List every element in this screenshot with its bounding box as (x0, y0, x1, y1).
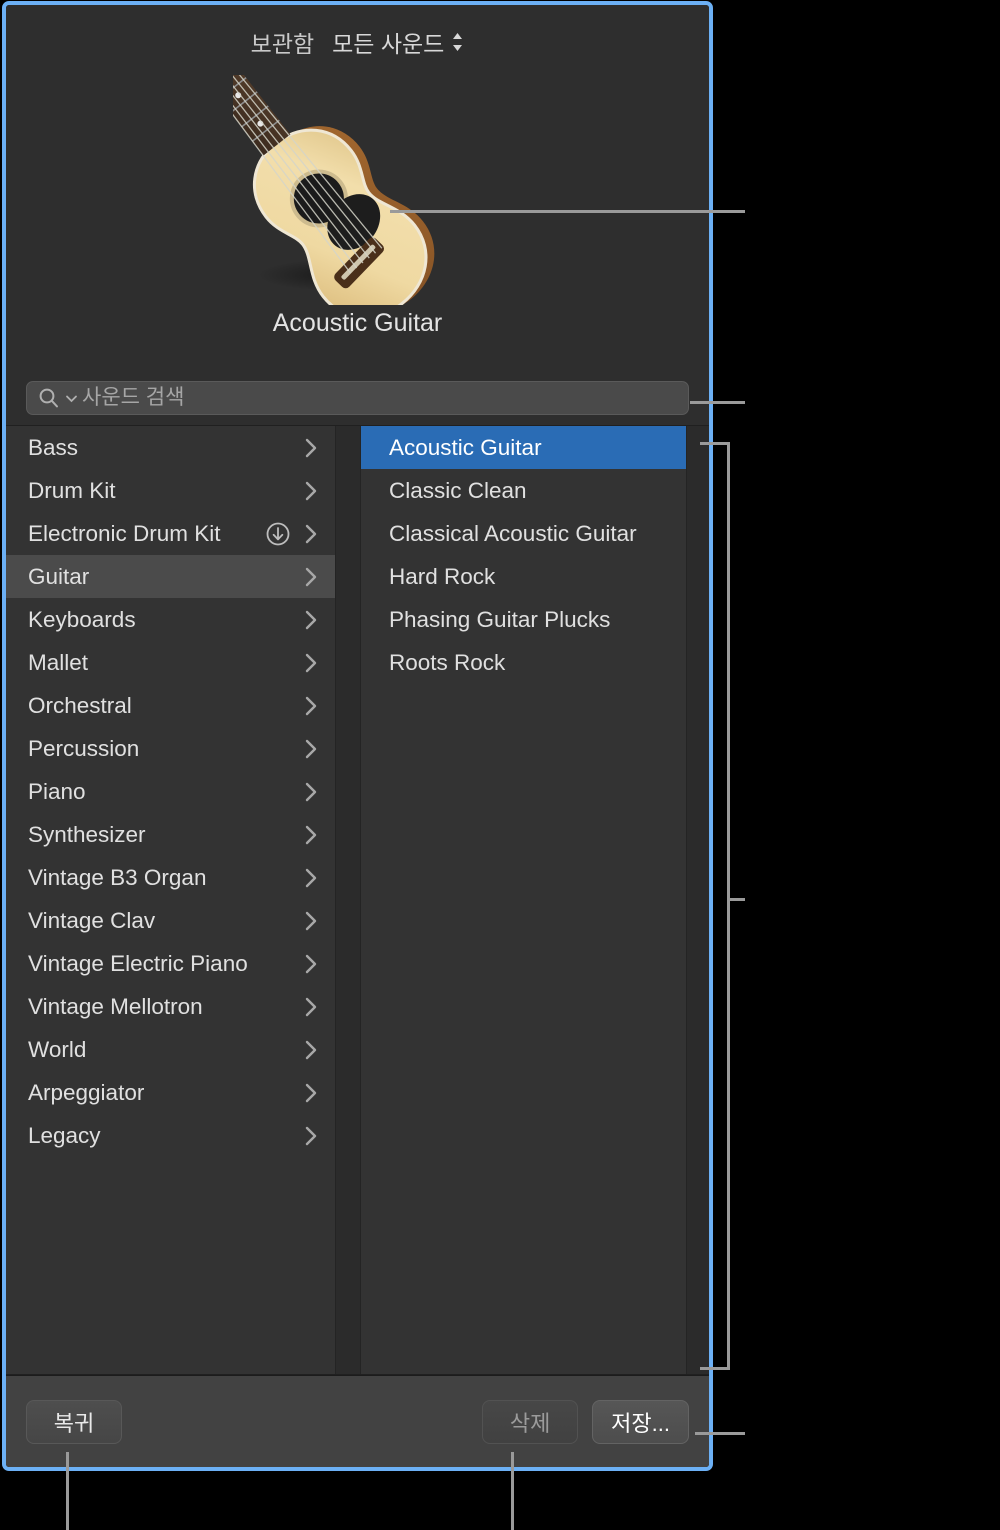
category-row[interactable]: Vintage Mellotron (6, 985, 335, 1028)
category-label: Arpeggiator (28, 1079, 145, 1105)
artwork-callout (390, 210, 745, 213)
chevron-right-icon (301, 435, 321, 461)
delete-button-callout (511, 1452, 514, 1530)
chevron-down-icon[interactable] (65, 392, 78, 405)
browser-bracket-tick (728, 898, 745, 901)
delete-button[interactable]: 삭제 (482, 1399, 579, 1444)
column-divider (336, 426, 361, 1374)
category-label: Guitar (28, 563, 90, 589)
preset-row[interactable]: Classic Clean (361, 469, 686, 512)
chevron-right-icon (301, 650, 321, 676)
download-icon[interactable] (265, 521, 291, 547)
category-row[interactable]: Percussion (6, 727, 335, 770)
preset-label: Phasing Guitar Plucks (389, 606, 611, 632)
chevron-right-icon (301, 564, 321, 590)
sound-set-popup-button[interactable]: 모든 사운드 (332, 25, 464, 59)
preset-label: Acoustic Guitar (389, 434, 542, 460)
patch-name-label: Acoustic Guitar (272, 309, 443, 337)
search-field-callout (690, 401, 745, 404)
category-row[interactable]: Electronic Drum Kit (6, 512, 335, 555)
category-column[interactable]: Bass Drum Kit Electronic Drum Kit Guitar Key… (6, 426, 336, 1374)
chevron-right-icon (301, 1037, 321, 1063)
category-label: Synthesizer (28, 821, 146, 847)
save-button[interactable]: 저장... (592, 1399, 689, 1444)
preset-label: Classic Clean (389, 477, 527, 503)
chevron-right-icon (301, 478, 321, 504)
category-row[interactable]: Arpeggiator (6, 1071, 335, 1114)
search-placeholder: 사운드 검색 (82, 385, 185, 409)
category-label: Mallet (28, 649, 89, 675)
library-panel: 보관함 모든 사운드 Acoustic Guitar 사운드 검색 Bass D… (2, 1, 713, 1471)
patch-hero: Acoustic Guitar (6, 73, 709, 371)
category-label: World (28, 1036, 87, 1062)
library-footer: 복귀 삭제 저장... (6, 1375, 709, 1467)
category-row[interactable]: Keyboards (6, 598, 335, 641)
acoustic-guitar-image (232, 75, 483, 305)
category-row[interactable]: Legacy (6, 1114, 335, 1157)
chevron-right-icon (301, 736, 321, 762)
category-row[interactable]: Synthesizer (6, 813, 335, 856)
category-label: Vintage Mellotron (28, 993, 203, 1019)
category-row[interactable]: Orchestral (6, 684, 335, 727)
category-row[interactable]: Mallet (6, 641, 335, 684)
preset-label: Hard Rock (389, 563, 496, 589)
category-row[interactable]: World (6, 1028, 335, 1071)
category-label: Bass (28, 434, 79, 460)
preset-row[interactable]: Hard Rock (361, 555, 686, 598)
category-label: Percussion (28, 735, 140, 761)
category-label: Legacy (28, 1122, 101, 1148)
preset-row[interactable]: Classical Acoustic Guitar (361, 512, 686, 555)
browser-bracket-callout (700, 442, 730, 1370)
category-row[interactable]: Guitar (6, 555, 335, 598)
category-row[interactable]: Piano (6, 770, 335, 813)
sound-set-popup-label: 모든 사운드 (332, 31, 445, 57)
search-input[interactable]: 사운드 검색 (26, 381, 689, 415)
sound-browser: Bass Drum Kit Electronic Drum Kit Guitar Key… (6, 425, 709, 1375)
screenshot-root: 보관함 모든 사운드 Acoustic Guitar 사운드 검색 Bass D… (0, 0, 1000, 1530)
category-row[interactable]: Drum Kit (6, 469, 335, 512)
revert-button-callout (66, 1452, 69, 1530)
chevron-right-icon (301, 779, 321, 805)
category-label: Orchestral (28, 692, 132, 718)
chevron-right-icon (301, 1123, 321, 1149)
category-row[interactable]: Bass (6, 426, 335, 469)
category-label: Vintage Clav (28, 907, 156, 933)
chevron-right-icon (301, 693, 321, 719)
chevron-right-icon (301, 1080, 321, 1106)
category-label: Drum Kit (28, 477, 116, 503)
search-area: 사운드 검색 (6, 371, 709, 425)
chevron-right-icon (301, 865, 321, 891)
category-row[interactable]: Vintage Electric Piano (6, 942, 335, 985)
up-down-chevron-icon (451, 31, 464, 53)
preset-row[interactable]: Phasing Guitar Plucks (361, 598, 686, 641)
category-label: Keyboards (28, 606, 136, 632)
chevron-right-icon (301, 908, 321, 934)
category-label: Piano (28, 778, 86, 804)
preset-column[interactable]: Acoustic Guitar Classic Clean Classical Ac… (361, 426, 687, 1374)
category-row[interactable]: Vintage B3 Organ (6, 856, 335, 899)
preset-label: Roots Rock (389, 649, 506, 675)
chevron-right-icon (301, 822, 321, 848)
chevron-right-icon (301, 607, 321, 633)
preset-row[interactable]: Roots Rock (361, 641, 686, 684)
chevron-right-icon (301, 994, 321, 1020)
library-header: 보관함 모든 사운드 (6, 5, 709, 73)
chevron-right-icon (301, 951, 321, 977)
category-label: Electronic Drum Kit (28, 520, 221, 546)
search-icon[interactable] (37, 386, 61, 410)
preset-row[interactable]: Acoustic Guitar (361, 426, 686, 469)
category-label: Vintage B3 Organ (28, 864, 207, 890)
library-title: 보관함 (250, 31, 315, 57)
category-row[interactable]: Vintage Clav (6, 899, 335, 942)
category-label: Vintage Electric Piano (28, 950, 248, 976)
chevron-right-icon (301, 521, 321, 547)
revert-button[interactable]: 복귀 (26, 1399, 122, 1444)
preset-label: Classical Acoustic Guitar (389, 520, 637, 546)
save-button-callout (695, 1432, 745, 1435)
